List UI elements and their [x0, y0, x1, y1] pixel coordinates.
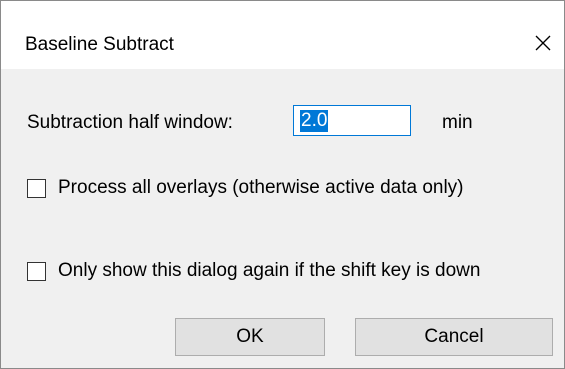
half-window-unit-label: min	[442, 112, 473, 133]
half-window-label: Subtraction half window:	[27, 112, 233, 133]
close-icon	[535, 35, 551, 51]
process-all-overlays-label: Process all overlays (otherwise active d…	[58, 177, 464, 198]
shift-key-option[interactable]: Only show this dialog again if the shift…	[27, 259, 480, 283]
half-window-value: 2.0	[300, 110, 329, 132]
ok-button[interactable]: OK	[175, 318, 325, 356]
baseline-subtract-dialog: Baseline Subtract Subtraction half windo…	[0, 0, 565, 369]
title-bar: Baseline Subtract	[1, 1, 564, 69]
process-all-overlays-option[interactable]: Process all overlays (otherwise active d…	[27, 176, 464, 200]
dialog-body: Subtraction half window: 2.0 min Process…	[1, 69, 564, 368]
half-window-input[interactable]: 2.0	[293, 105, 411, 136]
window-title: Baseline Subtract	[25, 34, 174, 55]
cancel-button[interactable]: Cancel	[355, 318, 553, 356]
shift-key-label: Only show this dialog again if the shift…	[58, 260, 481, 281]
close-button[interactable]	[518, 15, 564, 69]
shift-key-checkbox[interactable]	[27, 261, 46, 281]
process-all-overlays-checkbox[interactable]	[27, 178, 46, 198]
